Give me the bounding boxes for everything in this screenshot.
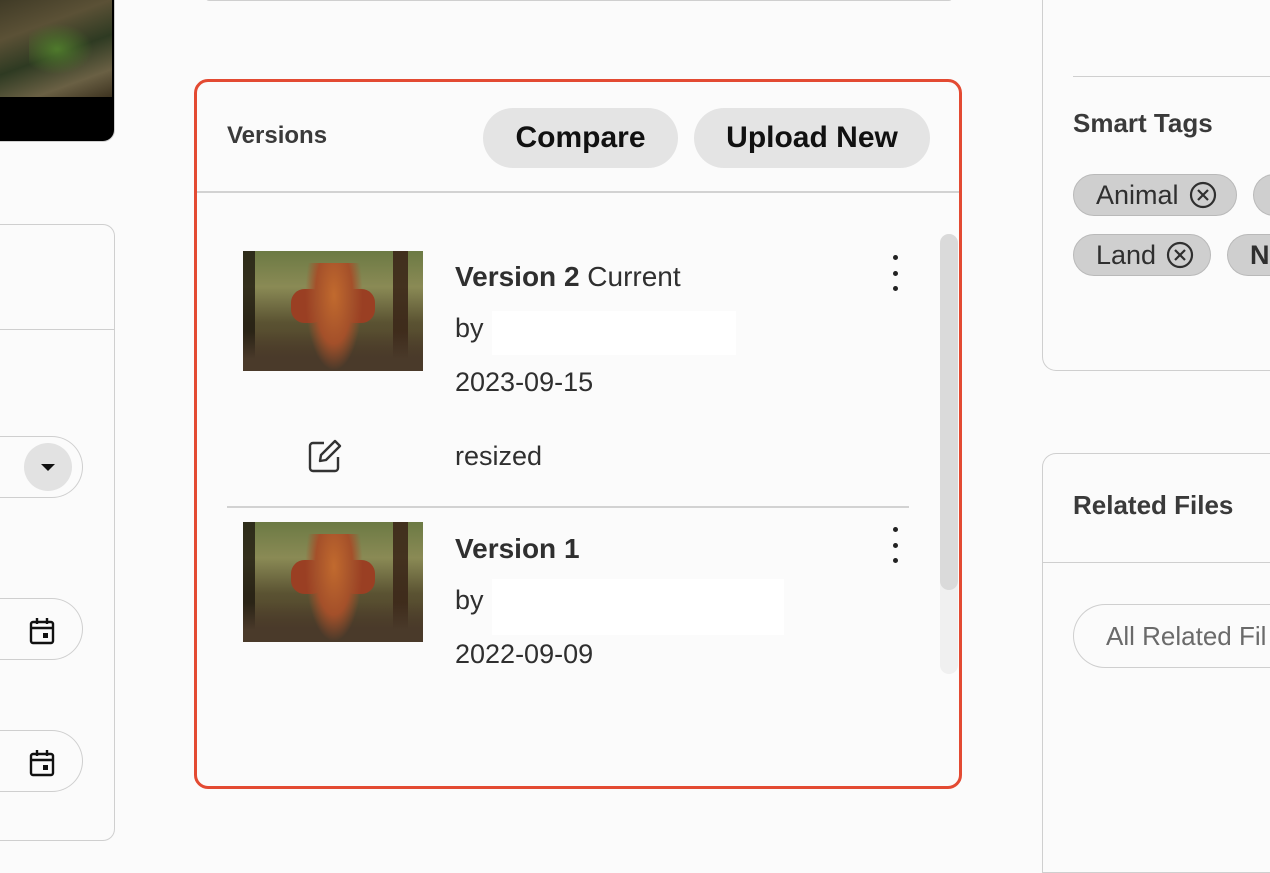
tag-label: Animal <box>1096 179 1179 210</box>
related-files-divider <box>1042 562 1270 563</box>
calendar-icon[interactable] <box>29 749 55 777</box>
version-date: 2023-09-15 <box>455 367 594 397</box>
metadata-divider <box>0 329 114 330</box>
dropdown-toggle-button[interactable] <box>24 443 72 491</box>
caret-down-icon <box>41 464 55 471</box>
version-title: Version 2 Current <box>455 261 681 293</box>
tag-label: N <box>1250 239 1270 270</box>
circle-x-icon[interactable] <box>1189 181 1217 209</box>
version-comment: resized <box>455 441 543 471</box>
version-thumbnail[interactable] <box>243 251 423 371</box>
smart-tags-top-divider <box>1073 76 1270 77</box>
upper-card-edge <box>206 0 952 1</box>
asset-preview-image <box>0 0 115 142</box>
smart-tag-chip[interactable]: Land <box>1073 234 1211 276</box>
version-name: Version 2 <box>455 261 580 292</box>
author-name-redacted <box>492 579 784 635</box>
versions-title: Versions <box>227 122 328 149</box>
tag-label: Land <box>1096 239 1157 270</box>
smart-tag-chip-partial[interactable]: N <box>1227 234 1270 276</box>
circle-x-icon[interactable] <box>1166 241 1194 269</box>
versions-panel: Versions Compare Upload New Version 2 Cu… <box>194 79 962 789</box>
related-files-filter[interactable]: All Related Fil <box>1073 604 1270 668</box>
version-author-label: by <box>455 313 484 343</box>
version-date: 2022-09-09 <box>455 639 594 669</box>
versions-header-divider <box>197 191 959 193</box>
edit-square-icon[interactable] <box>307 438 343 474</box>
version-thumbnail[interactable] <box>243 522 423 642</box>
current-badge: Current <box>587 261 681 292</box>
version-title: Version 1 <box>455 533 580 565</box>
upload-new-button[interactable]: Upload New <box>694 108 930 168</box>
version-row-divider <box>227 506 909 508</box>
version-name: Version 1 <box>455 533 580 564</box>
versions-scrollbar-thumb[interactable] <box>940 234 958 590</box>
compare-button[interactable]: Compare <box>483 108 678 168</box>
smart-tags-title: Smart Tags <box>1073 108 1213 138</box>
calendar-icon[interactable] <box>29 617 55 645</box>
related-files-title: Related Files <box>1073 490 1234 520</box>
version-author-label: by <box>455 585 484 615</box>
author-name-redacted <box>492 311 736 355</box>
version-more-menu[interactable] <box>883 253 907 293</box>
smart-tag-chip[interactable]: Animal <box>1073 174 1237 216</box>
related-files-filter-label: All Related Fil <box>1106 620 1267 651</box>
version-more-menu[interactable] <box>883 525 907 565</box>
